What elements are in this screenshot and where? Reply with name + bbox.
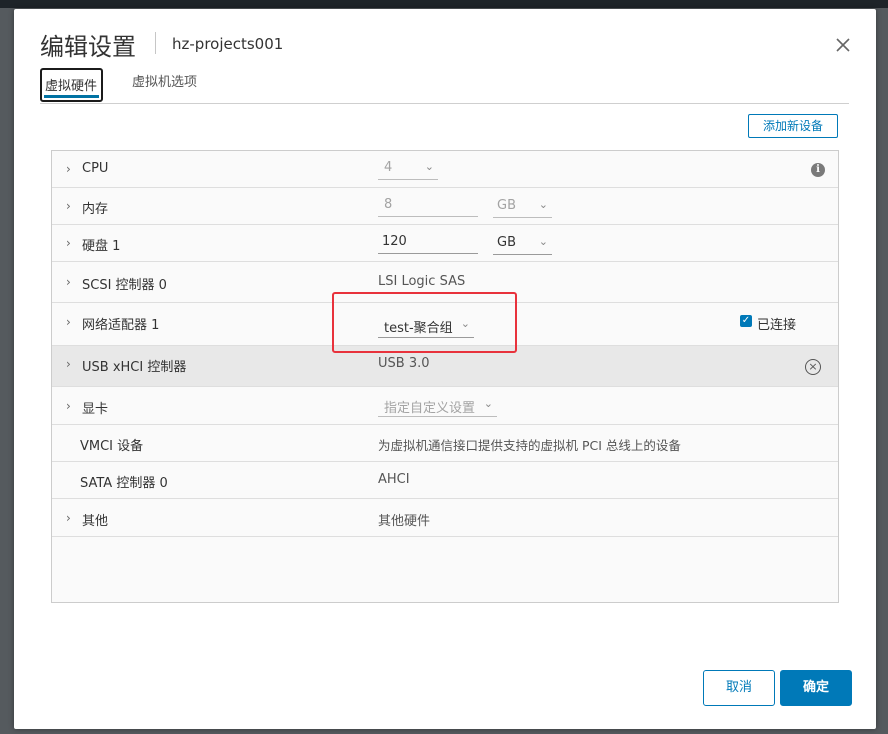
row-label: USB xHCI 控制器 [82, 360, 187, 375]
video-value: 指定自定义设置 [384, 401, 476, 416]
memory-input[interactable]: 8 [378, 197, 478, 217]
other-value: 其他硬件 [378, 514, 431, 529]
disk-unit: GB [497, 235, 516, 250]
hardware-row-vmci: VMCI 设备 为虚拟机通信接口提供支持的虚拟机 PCI 总线上的设备 [52, 425, 838, 462]
hardware-row-cpu[interactable]: › CPU 4 ⌄ i [52, 151, 838, 188]
video-settings-select[interactable]: 指定自定义设置 ⌄ [378, 397, 497, 417]
cancel-button[interactable]: 取消 [703, 670, 775, 706]
disk-size-input[interactable]: 120 [378, 234, 478, 254]
memory-unit-select[interactable]: GB ⌄ [493, 198, 552, 218]
chevron-down-icon: ⌄ [483, 397, 493, 410]
title-divider [155, 32, 156, 54]
dialog-title: 编辑设置 [40, 33, 136, 61]
disk-size-value: 120 [382, 234, 407, 249]
connected-checkbox[interactable]: ✓ [740, 315, 752, 327]
memory-value: 8 [384, 197, 393, 212]
annotation-highlight-box [332, 292, 517, 353]
close-icon [836, 38, 850, 52]
chevron-right-icon[interactable]: › [66, 199, 71, 213]
memory-unit: GB [497, 198, 516, 213]
vm-name: hz-projects001 [172, 35, 284, 53]
row-label: SCSI 控制器 0 [82, 278, 167, 293]
chevron-right-icon[interactable]: › [66, 511, 71, 525]
connected-label: 已连接 [757, 318, 797, 333]
hardware-row-video[interactable]: › 显卡 指定自定义设置 ⌄ [52, 387, 838, 425]
row-label: VMCI 设备 [80, 439, 144, 454]
chevron-right-icon[interactable]: › [66, 315, 71, 329]
chevron-right-icon[interactable]: › [66, 162, 71, 176]
vmci-value: 为虚拟机通信接口提供支持的虚拟机 PCI 总线上的设备 [378, 438, 681, 453]
info-icon[interactable]: i [811, 163, 825, 177]
chevron-right-icon[interactable]: › [66, 357, 71, 371]
chevron-down-icon: ⌄ [538, 235, 548, 248]
row-label: SATA 控制器 0 [80, 476, 168, 491]
cpu-count-value: 4 [384, 160, 393, 175]
chevron-right-icon[interactable]: › [66, 275, 71, 289]
hardware-row-disk[interactable]: › 硬盘 1 120 GB ⌄ [52, 225, 838, 262]
chevron-right-icon[interactable]: › [66, 399, 71, 413]
scsi-value: LSI Logic SAS [378, 274, 466, 289]
row-label: 内存 [82, 202, 109, 217]
row-label: 显卡 [82, 402, 109, 417]
hardware-grid: › CPU 4 ⌄ i › 内存 8 GB ⌄ › 硬盘 1 120 GB ⌄ … [51, 150, 839, 603]
chevron-down-icon: ⌄ [424, 160, 434, 173]
hardware-row-memory[interactable]: › 内存 8 GB ⌄ [52, 188, 838, 225]
tab-vm-options[interactable]: 虚拟机选项 [132, 69, 197, 97]
edit-settings-dialog: 编辑设置 hz-projects001 虚拟硬件 虚拟机选项 添加新设备 › C… [14, 9, 876, 729]
row-label: CPU [82, 161, 109, 176]
row-label: 硬盘 1 [82, 239, 121, 254]
hardware-row-sata: SATA 控制器 0 AHCI [52, 462, 838, 499]
chevron-right-icon[interactable]: › [66, 236, 71, 250]
ok-button[interactable]: 确定 [780, 670, 852, 706]
background-window [0, 0, 888, 8]
row-label: 网络适配器 1 [82, 318, 160, 333]
chevron-down-icon: ⌄ [538, 198, 548, 211]
disk-unit-select[interactable]: GB ⌄ [493, 235, 552, 255]
add-device-button[interactable]: 添加新设备 [748, 114, 838, 138]
tab-bar: 虚拟硬件 虚拟机选项 [40, 67, 849, 104]
tab-virtual-hardware[interactable]: 虚拟硬件 [40, 68, 103, 102]
row-label: 其他 [82, 514, 109, 529]
remove-circle-icon[interactable]: × [805, 359, 821, 375]
usb-value: USB 3.0 [378, 356, 430, 371]
hardware-row-other[interactable]: › 其他 其他硬件 [52, 499, 838, 537]
sata-value: AHCI [378, 472, 410, 487]
close-button[interactable] [833, 35, 853, 55]
cpu-count-select[interactable]: 4 ⌄ [378, 160, 438, 180]
